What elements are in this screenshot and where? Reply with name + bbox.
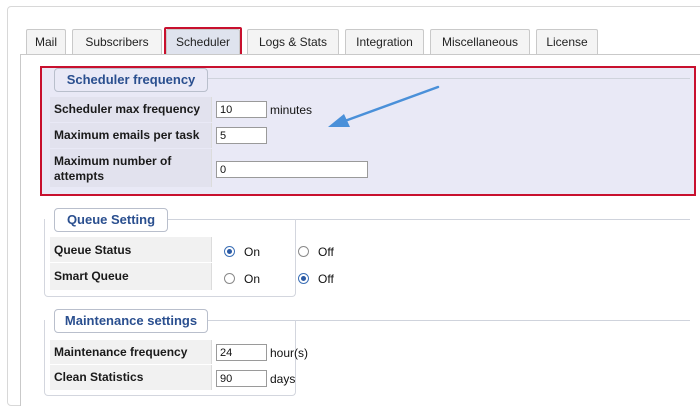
smart-queue-off-radio[interactable] — [298, 273, 309, 284]
maximum-emails-input[interactable] — [216, 127, 267, 144]
tab-subscribers[interactable]: Subscribers — [72, 29, 162, 54]
smart-queue-on-radio[interactable] — [224, 273, 235, 284]
scheduler-tab-highlight — [164, 27, 242, 56]
clean-statistics-input[interactable] — [216, 370, 267, 387]
queue-status-off-label: Off — [318, 245, 334, 259]
scheduler-max-frequency-input[interactable] — [216, 101, 267, 118]
maximum-emails-label: Maximum emails per task — [50, 123, 212, 148]
clean-statistics-label: Clean Statistics — [50, 365, 212, 390]
tab-logs-stats[interactable]: Logs & Stats — [247, 29, 339, 54]
tab-integration[interactable]: Integration — [345, 29, 424, 54]
smart-queue-off-label: Off — [318, 272, 334, 286]
fieldset-line — [200, 78, 690, 79]
queue-status-off-radio[interactable] — [298, 246, 309, 257]
maintenance-frequency-input[interactable] — [216, 344, 267, 361]
maximum-attempts-label: Maximum number of attempts — [50, 149, 212, 187]
maintenance-frequency-unit: hour(s) — [270, 346, 309, 360]
tab-miscellaneous[interactable]: Miscellaneous — [430, 29, 530, 54]
scheduler-max-frequency-label: Scheduler max frequency — [50, 97, 212, 122]
queue-status-on-label: On — [244, 245, 261, 259]
arrow-pointer-icon — [328, 85, 440, 127]
smart-queue-label: Smart Queue — [50, 263, 212, 290]
scheduler-max-frequency-unit: minutes — [270, 103, 313, 117]
maximum-attempts-input[interactable] — [216, 161, 368, 178]
clean-statistics-unit: days — [270, 372, 296, 386]
queue-status-on-radio[interactable] — [224, 246, 235, 257]
tab-license[interactable]: License — [536, 29, 598, 54]
queue-setting-legend: Queue Setting — [54, 208, 168, 232]
maintenance-frequency-label: Maintenance frequency — [50, 340, 212, 364]
queue-status-label: Queue Status — [50, 237, 212, 262]
scheduler-frequency-legend: Scheduler frequency — [54, 68, 208, 92]
maintenance-settings-legend: Maintenance settings — [54, 309, 208, 333]
tab-mail[interactable]: Mail — [26, 29, 66, 54]
smart-queue-on-label: On — [244, 272, 261, 286]
